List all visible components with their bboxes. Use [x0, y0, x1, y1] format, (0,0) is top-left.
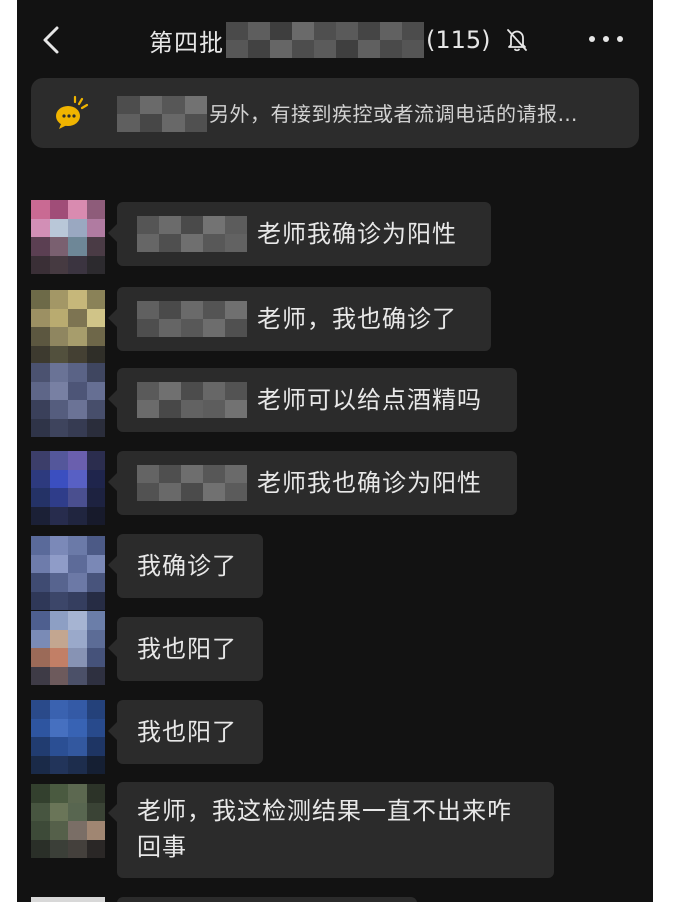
more-button[interactable]	[589, 36, 623, 46]
avatar[interactable]	[31, 611, 105, 685]
message-text: 我也阳了	[137, 635, 237, 663]
group-notice-banner[interactable]: 另外，有接到疾控或者流调电话的请报…	[31, 78, 639, 148]
avatar[interactable]	[31, 200, 105, 274]
chat-title: 第四批 (115)	[149, 22, 529, 58]
message-bubble[interactable]: 老师，我这检测结果一直不出来咋 回事	[108, 782, 554, 878]
avatar[interactable]	[31, 897, 105, 902]
message-text-line-2: 回事	[137, 833, 187, 861]
message-text: 我也阳了	[137, 718, 237, 746]
obscured-line	[177, 152, 507, 172]
message-text: 老师，我也确诊了	[257, 305, 457, 333]
redacted-sender	[117, 96, 207, 132]
redacted-name	[137, 465, 247, 501]
message-bubble[interactable]: 老师可以给点酒精吗	[108, 368, 517, 432]
chat-screen: 第四批 (115) 另外，有接到疾控或者流调电话的请报… 老师我确诊为阳性 老师…	[17, 0, 653, 902]
message-bubble[interactable]: 我也阳了	[108, 700, 263, 764]
avatar[interactable]	[31, 536, 105, 610]
message-text: 老师我确诊为阳性	[257, 220, 457, 248]
message-text: 老师我也确诊为阳性	[257, 469, 482, 497]
message-text: 老师可以给点酒精吗	[257, 386, 482, 414]
chevron-left-icon	[43, 26, 59, 54]
avatar[interactable]	[31, 363, 105, 437]
redacted-name	[137, 382, 247, 418]
message-text-line-1: 老师，我这检测结果一直不出来咋	[137, 797, 512, 825]
message-bubble[interactable]: 老师我确诊为阳性	[108, 202, 491, 266]
back-button[interactable]	[35, 20, 65, 60]
message-bubble[interactable]: 我也阳了	[108, 617, 263, 681]
avatar[interactable]	[31, 451, 105, 525]
redacted-name	[137, 216, 247, 252]
redacted-title	[226, 22, 424, 58]
avatar[interactable]	[31, 784, 105, 858]
chat-title-prefix: 第四批	[149, 28, 224, 57]
message-bubble[interactable]: 我确诊了	[108, 534, 263, 598]
member-count: (115)	[426, 26, 491, 54]
message-bubble[interactable]: 老师我也确诊为阳性	[108, 451, 517, 515]
chat-header: 第四批 (115)	[17, 0, 653, 80]
message-bubble[interactable]	[117, 897, 417, 902]
notice-text: 另外，有接到疾控或者流调电话的请报…	[209, 102, 578, 126]
megaphone-icon	[56, 95, 89, 129]
avatar[interactable]	[31, 700, 105, 774]
message-text: 我确诊了	[137, 552, 237, 580]
more-dots-icon	[589, 36, 595, 42]
bell-off-icon	[506, 29, 527, 52]
avatar[interactable]	[31, 290, 105, 364]
message-bubble[interactable]: 老师，我也确诊了	[108, 287, 491, 351]
redacted-name	[137, 301, 247, 337]
